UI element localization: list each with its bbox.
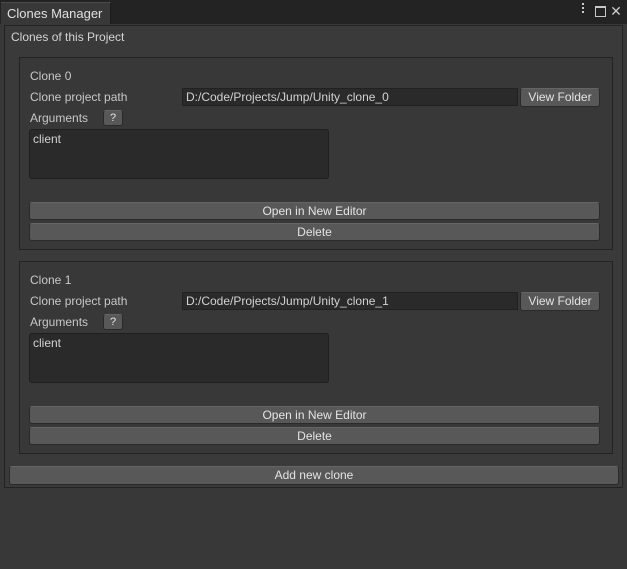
view-folder-button[interactable]: View Folder — [520, 292, 600, 311]
clone-path-field[interactable]: D:/Code/Projects/Jump/Unity_clone_1 — [182, 292, 518, 310]
clone-box: Clone 0 Clone project path D:/Code/Proje… — [19, 57, 613, 250]
clones-manager-window: Clones Manager ✕ Clones of this Project … — [0, 0, 627, 569]
section-title: Clones of this Project — [11, 30, 125, 44]
arguments-textarea[interactable]: client — [29, 129, 329, 179]
arguments-help-button[interactable]: ? — [103, 110, 123, 126]
clones-panel: Clones of this Project Clone 0 Clone pro… — [4, 25, 623, 488]
view-folder-button[interactable]: View Folder — [520, 88, 600, 107]
menu-icon[interactable] — [576, 3, 590, 19]
clone-box: Clone 1 Clone project path D:/Code/Proje… — [19, 261, 613, 454]
arguments-label: Arguments — [30, 315, 89, 329]
open-in-new-editor-button[interactable]: Open in New Editor — [29, 406, 600, 424]
arguments-label: Arguments — [30, 111, 89, 125]
clone-title: Clone 1 — [30, 273, 72, 287]
delete-clone-button[interactable]: Delete — [29, 223, 600, 241]
add-new-clone-button[interactable]: Add new clone — [9, 466, 619, 485]
delete-clone-button[interactable]: Delete — [29, 427, 600, 445]
clone-title: Clone 0 — [30, 69, 72, 83]
tab-clones-manager[interactable]: Clones Manager — [1, 2, 111, 24]
clone-path-label: Clone project path — [30, 90, 128, 104]
maximize-icon[interactable] — [593, 3, 607, 19]
open-in-new-editor-button[interactable]: Open in New Editor — [29, 202, 600, 220]
clone-path-label: Clone project path — [30, 294, 128, 308]
tab-bar: Clones Manager ✕ — [0, 0, 627, 24]
close-icon[interactable]: ✕ — [609, 3, 623, 19]
clone-path-field[interactable]: D:/Code/Projects/Jump/Unity_clone_0 — [182, 88, 518, 106]
arguments-textarea[interactable]: client — [29, 333, 329, 383]
arguments-help-button[interactable]: ? — [103, 314, 123, 330]
